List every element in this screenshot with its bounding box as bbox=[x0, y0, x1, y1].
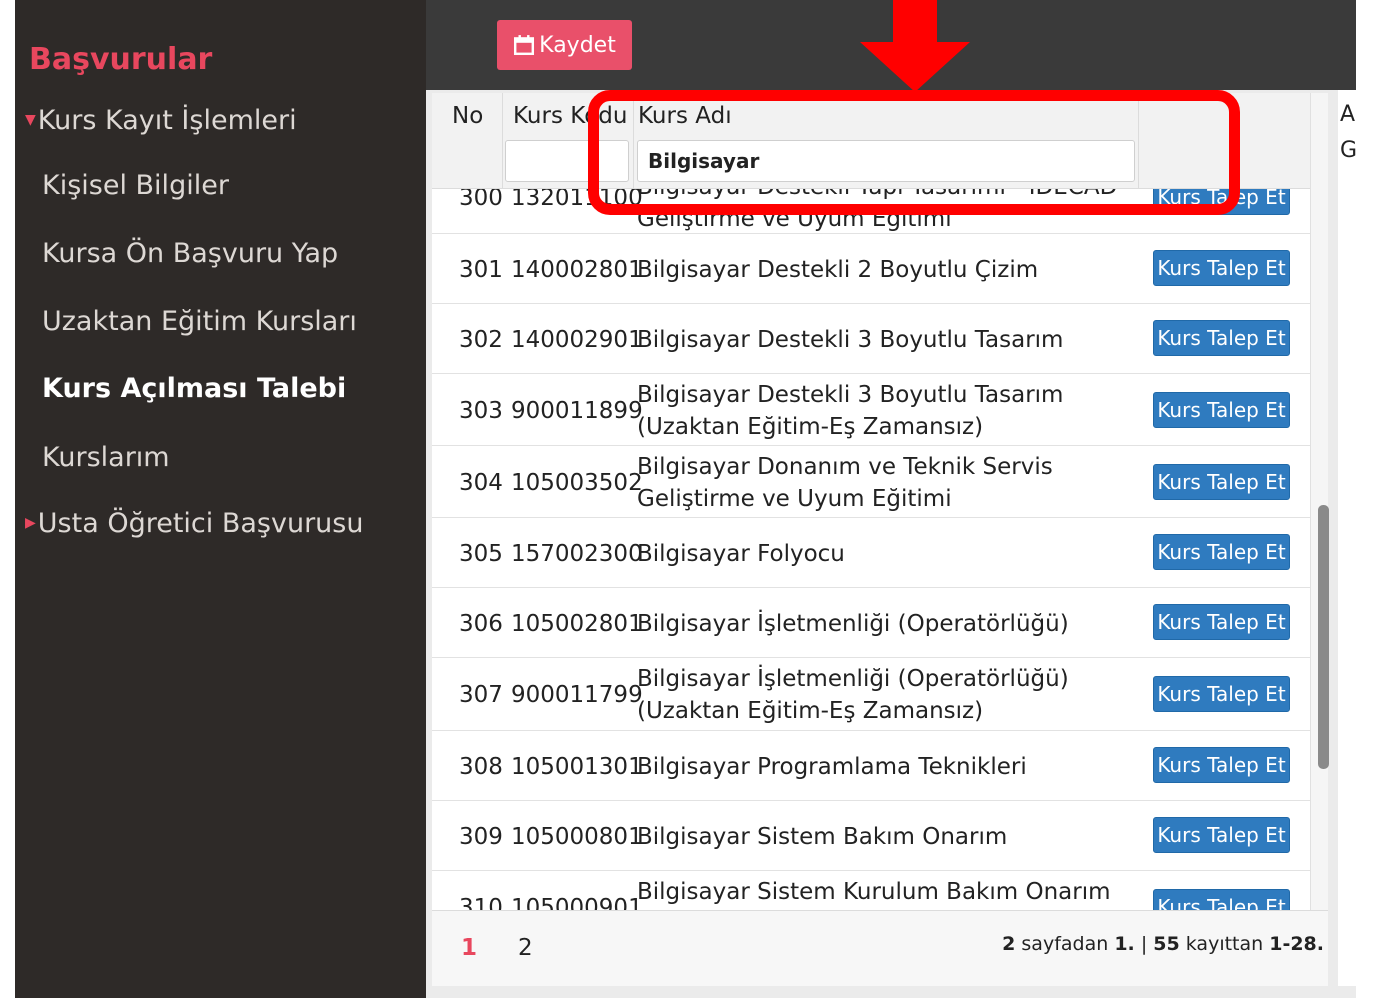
sidebar-title: Başvurular bbox=[29, 42, 213, 77]
calendar-save-icon bbox=[514, 35, 535, 56]
cell-name: Bilgisayar İşletmenliği (Operatörlüğü) bbox=[637, 611, 1069, 637]
cell-name: Bilgisayar Destekli 2 Boyutlu Çizim bbox=[637, 257, 1039, 283]
cell-code: 105001301 bbox=[511, 754, 643, 780]
table-row: 305 157002300 Bilgisayar Folyocu Kurs Ta… bbox=[432, 518, 1310, 588]
cell-code: 105000801 bbox=[511, 824, 643, 850]
caret-right-icon: ▶ bbox=[25, 515, 36, 531]
cell-code: 140002901 bbox=[511, 327, 643, 353]
page-link-1[interactable]: 1 bbox=[461, 935, 477, 961]
request-course-button[interactable]: Kurs Talep Et bbox=[1153, 392, 1290, 428]
pager-text: kayıttan bbox=[1185, 933, 1264, 955]
right-column-header: A bbox=[1340, 102, 1356, 127]
cell-name: Bilgisayar Destekli 3 Boyutlu Tasarım (U… bbox=[637, 382, 1064, 440]
request-course-button[interactable]: Kurs Talep Et bbox=[1153, 320, 1290, 356]
cell-name: Bilgisayar Programlama Teknikleri bbox=[637, 754, 1027, 780]
cell-no: 303 bbox=[459, 398, 503, 424]
pager-total-pages: 2 bbox=[1002, 933, 1016, 955]
sidebar-group-kurs-kayit[interactable]: ▼Kurs Kayıt İşlemleri bbox=[25, 105, 297, 136]
cell-code: 900011799 bbox=[511, 682, 643, 708]
right-column-peek: A G bbox=[1338, 90, 1358, 986]
pagination-bar: 1 2 2 sayfadan 1. | 55 kayıttan 1-28. bbox=[432, 910, 1328, 986]
pager-range: 1-28. bbox=[1269, 933, 1324, 955]
cell-name: Bilgisayar Destekli 3 Boyutlu Tasarım bbox=[637, 327, 1064, 353]
sidebar-item-kurs-acilmasi-talebi[interactable]: Kurs Açılması Talebi bbox=[42, 373, 346, 404]
table-row: 306 105002801 Bilgisayar İşletmenliği (O… bbox=[432, 588, 1310, 658]
sidebar-item-on-basvuru[interactable]: Kursa Ön Başvuru Yap bbox=[42, 238, 338, 269]
sidebar-item-kisisel-bilgiler[interactable]: Kişisel Bilgiler bbox=[42, 170, 229, 201]
request-course-button[interactable]: Kurs Talep Et bbox=[1153, 747, 1290, 783]
sidebar-item-kurslarim[interactable]: Kurslarım bbox=[42, 442, 170, 473]
request-course-button[interactable]: Kurs Talep Et bbox=[1153, 676, 1290, 712]
request-course-button[interactable]: Kurs Talep Et bbox=[1153, 604, 1290, 640]
cell-no: 307 bbox=[459, 682, 503, 708]
cell-name: Bilgisayar Sistem Bakım Onarım bbox=[637, 824, 1008, 850]
pager-total-records: 55 bbox=[1153, 933, 1180, 955]
cell-no: 301 bbox=[459, 257, 503, 283]
right-column-filter: G bbox=[1340, 138, 1358, 163]
caret-down-icon: ▼ bbox=[25, 112, 36, 128]
cell-name: Bilgisayar Donanım ve Teknik Servis Geli… bbox=[637, 454, 1053, 512]
pager-current: 1. bbox=[1114, 933, 1135, 955]
cell-code: 140002801 bbox=[511, 257, 643, 283]
sidebar-group-usta-ogretici[interactable]: ▶Usta Öğretici Başvurusu bbox=[25, 508, 363, 539]
save-button[interactable]: Kaydet bbox=[497, 20, 632, 70]
down-arrow-icon bbox=[860, 0, 970, 92]
course-grid: 300 132011100 Bilgisayar Destekli Yapı T… bbox=[432, 93, 1310, 986]
cell-code: 157002300 bbox=[511, 541, 643, 567]
column-header-no[interactable]: No bbox=[452, 103, 483, 129]
table-row: 303 900011899 Bilgisayar Destekli 3 Boyu… bbox=[432, 374, 1310, 446]
table-row: 308 105001301 Bilgisayar Programlama Tek… bbox=[432, 731, 1310, 801]
cell-code: 900011899 bbox=[511, 398, 643, 424]
sidebar-item-uzaktan-egitim[interactable]: Uzaktan Eğitim Kursları bbox=[42, 306, 357, 337]
request-course-button[interactable]: Kurs Talep Et bbox=[1153, 464, 1290, 500]
table-row: 304 105003502 Bilgisayar Donanım ve Tekn… bbox=[432, 446, 1310, 518]
table-row: 309 105000801 Bilgisayar Sistem Bakım On… bbox=[432, 801, 1310, 871]
sidebar-group-label: Kurs Kayıt İşlemleri bbox=[37, 105, 297, 136]
column-divider bbox=[502, 93, 503, 189]
request-course-button[interactable]: Kurs Talep Et bbox=[1153, 817, 1290, 853]
cell-no: 304 bbox=[459, 470, 503, 496]
page-link-2[interactable]: 2 bbox=[518, 935, 533, 961]
annotation-highlight-box bbox=[588, 90, 1240, 215]
cell-name: Bilgisayar Folyocu bbox=[637, 541, 845, 567]
request-course-button[interactable]: Kurs Talep Et bbox=[1153, 534, 1290, 570]
sidebar: Başvurular ▼Kurs Kayıt İşlemleri Kişisel… bbox=[15, 0, 426, 998]
table-row: 307 900011799 Bilgisayar İşletmenliği (O… bbox=[432, 658, 1310, 731]
vertical-scrollbar[interactable] bbox=[1310, 93, 1328, 910]
table-row: 302 140002901 Bilgisayar Destekli 3 Boyu… bbox=[432, 304, 1310, 374]
cell-no: 308 bbox=[459, 754, 503, 780]
table-row: 301 140002801 Bilgisayar Destekli 2 Boyu… bbox=[432, 234, 1310, 304]
cell-no: 306 bbox=[459, 611, 503, 637]
scrollbar-thumb[interactable] bbox=[1318, 505, 1329, 769]
cell-code: 105002801 bbox=[511, 611, 643, 637]
pager-summary: 2 sayfadan 1. | 55 kayıttan 1-28. bbox=[1002, 933, 1324, 955]
cell-no: 305 bbox=[459, 541, 503, 567]
cell-name: Bilgisayar İşletmenliği (Operatörlüğü) (… bbox=[637, 666, 1069, 724]
cell-code: 105003502 bbox=[511, 470, 643, 496]
sidebar-group-label: Usta Öğretici Başvurusu bbox=[37, 508, 364, 539]
cell-no: 309 bbox=[459, 824, 503, 850]
request-course-button[interactable]: Kurs Talep Et bbox=[1153, 250, 1290, 286]
cell-no: 302 bbox=[459, 327, 503, 353]
save-button-label: Kaydet bbox=[539, 32, 616, 58]
pager-text: sayfadan bbox=[1021, 933, 1109, 955]
